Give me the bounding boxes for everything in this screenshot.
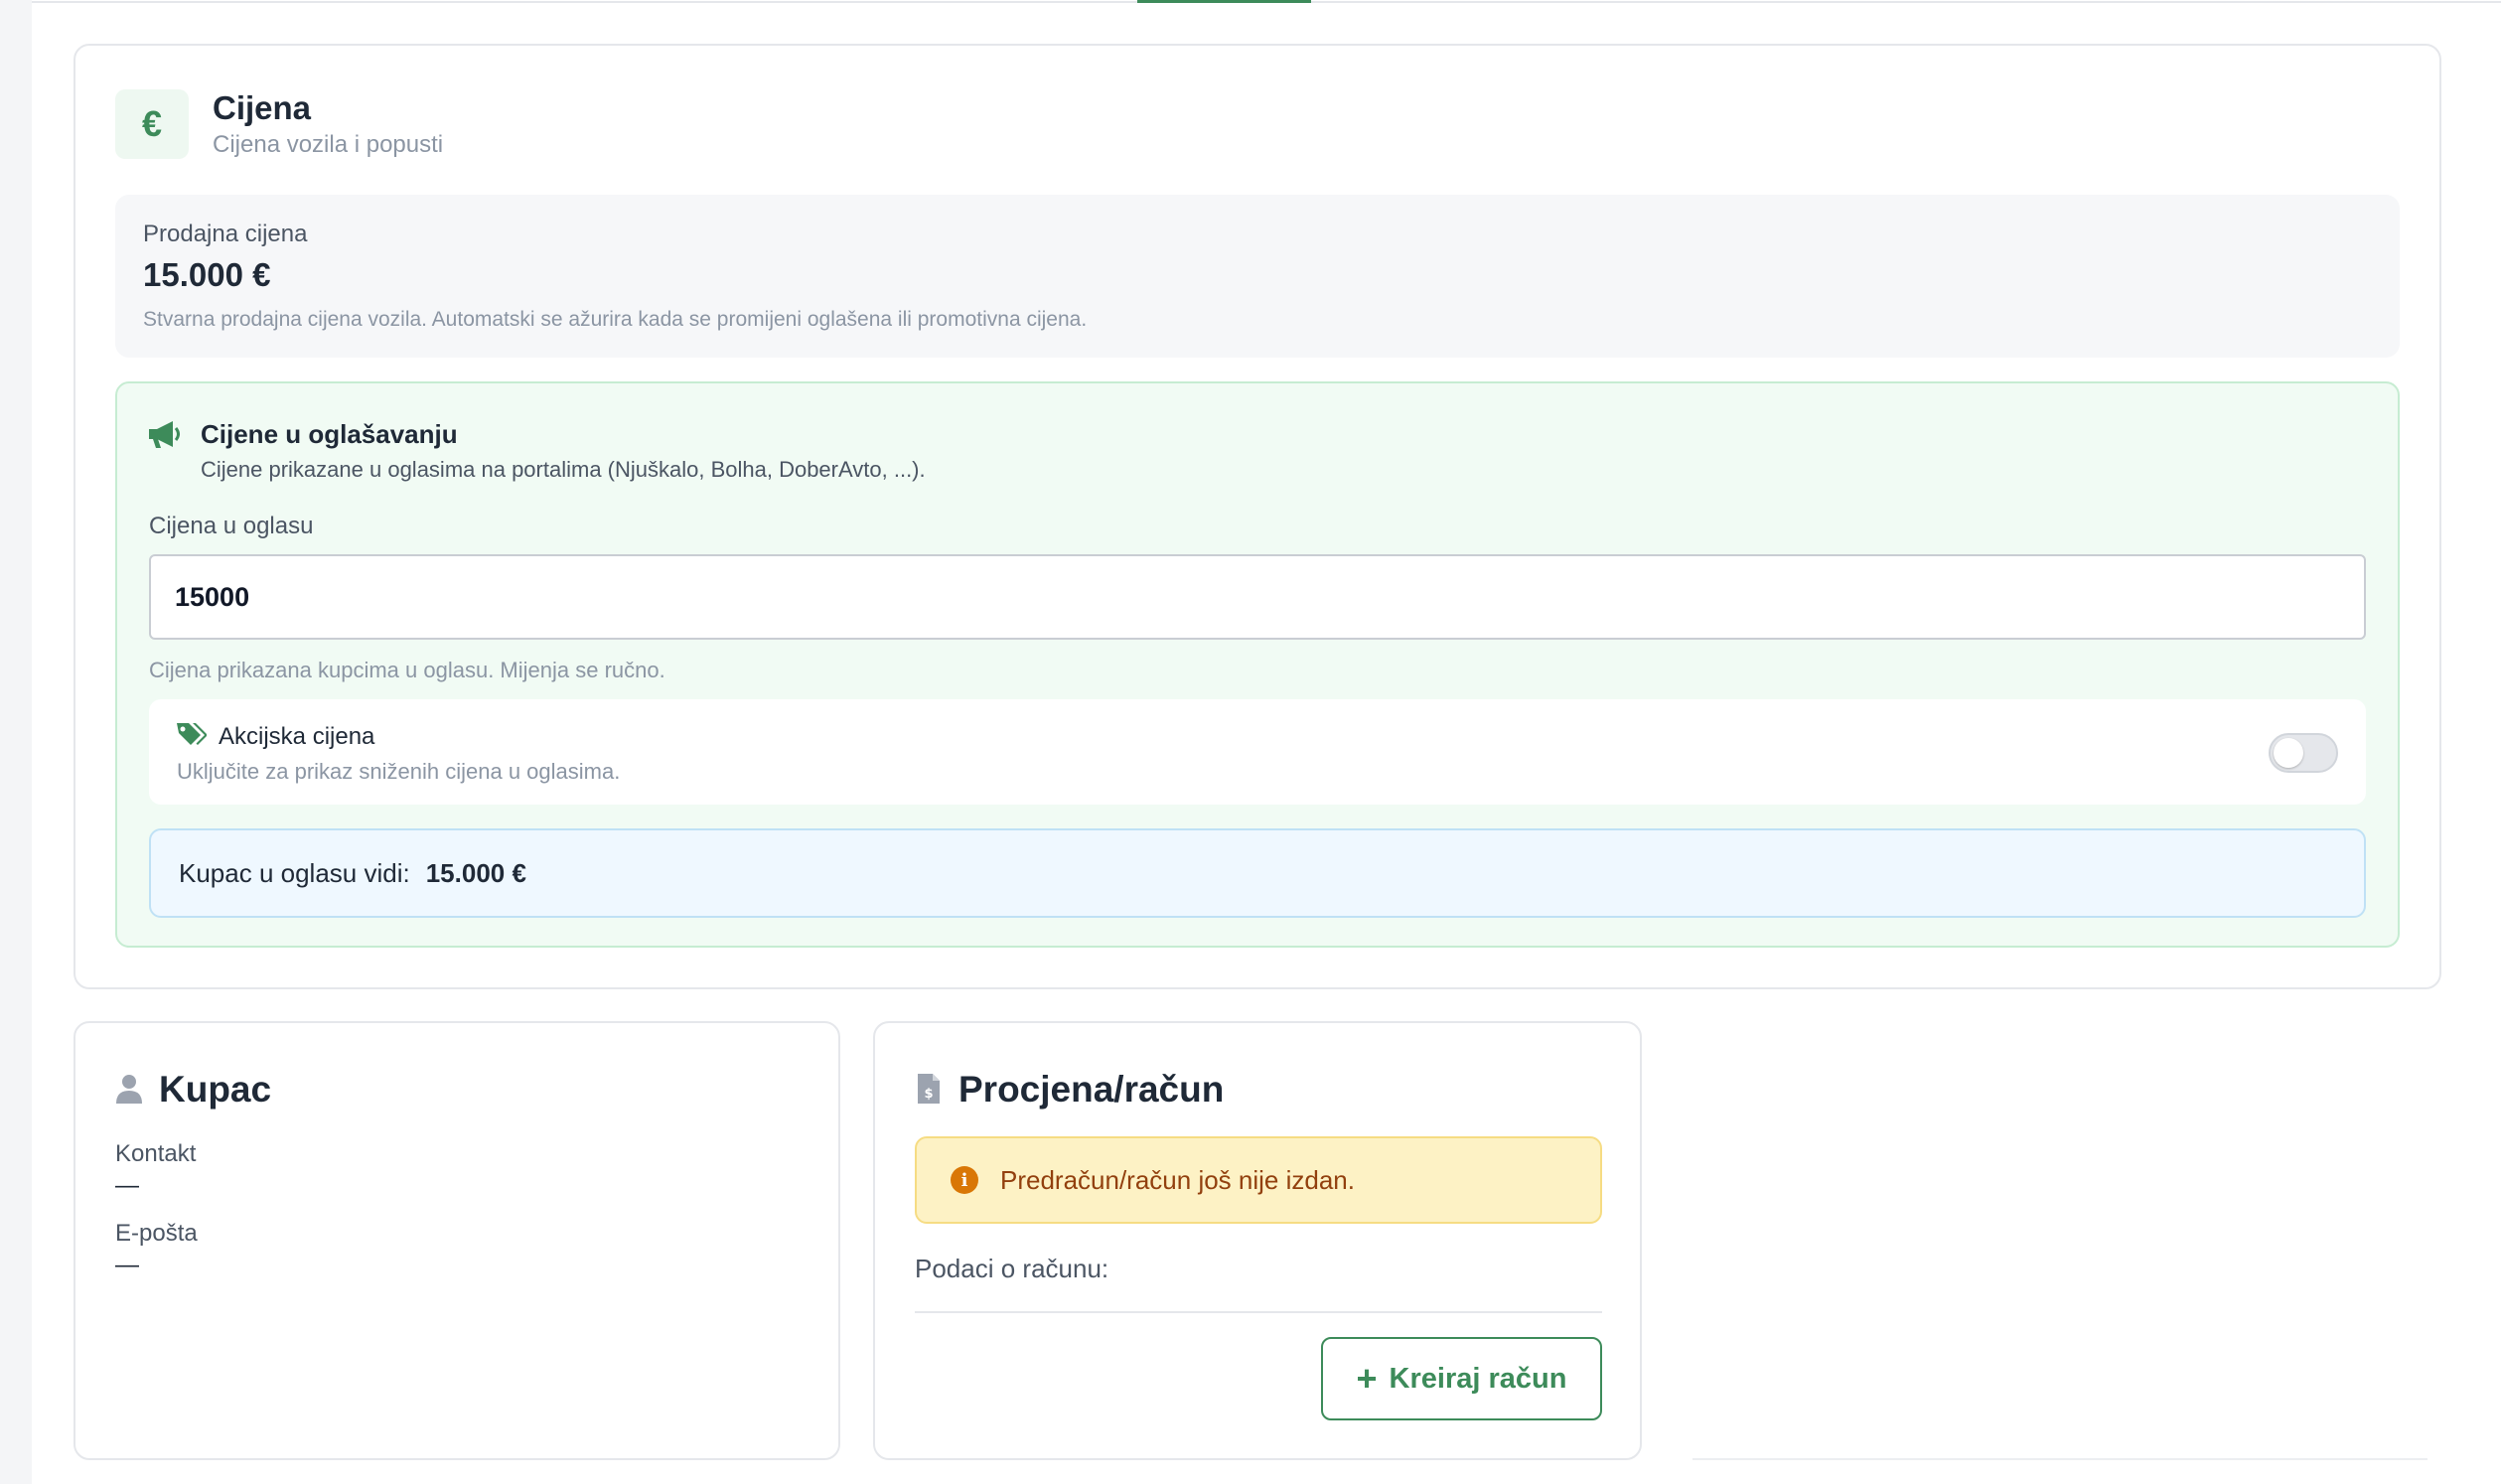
buyer-card: Kupac Kontakt — E-pošta — bbox=[74, 1021, 840, 1460]
create-invoice-button[interactable]: + Kreiraj račun bbox=[1321, 1337, 1602, 1420]
toggle-knob bbox=[2274, 738, 2303, 768]
contact-value: — bbox=[115, 1172, 139, 1199]
promo-price-row: Akcijska cijena Uključite za prikaz sniž… bbox=[149, 699, 2366, 805]
invoice-divider bbox=[915, 1311, 1602, 1313]
active-tab-indicator bbox=[1137, 0, 1311, 3]
sale-price-label: Prodajna cijena bbox=[143, 221, 308, 247]
tags-icon bbox=[177, 723, 207, 745]
email-value: — bbox=[115, 1252, 139, 1278]
invoice-warning-text: Predračun/račun još nije izdan. bbox=[1000, 1164, 1355, 1195]
contact-label: Kontakt bbox=[115, 1140, 197, 1167]
buyer-title: Kupac bbox=[159, 1069, 272, 1110]
sale-price-box: Prodajna cijena 15.000 € Stvarna prodajn… bbox=[115, 195, 2400, 358]
buyer-sees-label: Kupac u oglasu vidi: bbox=[179, 857, 410, 888]
divider bbox=[1692, 1458, 2427, 1460]
invoice-card: $ Procjena/račun i Predračun/račun još n… bbox=[873, 1021, 1642, 1460]
promo-price-subtitle: Uključite za prikaz sniženih cijena u og… bbox=[177, 759, 621, 784]
user-icon bbox=[116, 1075, 142, 1104]
invoice-icon: $ bbox=[918, 1074, 940, 1104]
buyer-sees-value: 15.000 € bbox=[425, 857, 526, 888]
invoice-title: Procjena/račun bbox=[958, 1069, 1225, 1110]
invoice-warning: i Predračun/račun još nije izdan. bbox=[915, 1136, 1602, 1224]
promo-price-title: Akcijska cijena bbox=[219, 723, 375, 750]
page: € Cijena Cijena vozila i popusti Prodajn… bbox=[0, 0, 2501, 1484]
advertising-prices-box: Cijene u oglašavanju Cijene prikazane u … bbox=[115, 381, 2400, 948]
sale-price-note: Stvarna prodajna cijena vozila. Automats… bbox=[143, 308, 1088, 331]
ad-price-hint: Cijena prikazana kupcima u oglasu. Mijen… bbox=[149, 658, 665, 682]
price-title: Cijena bbox=[213, 89, 312, 126]
price-subtitle: Cijena vozila i popusti bbox=[213, 131, 444, 158]
ad-price-label: Cijena u oglasu bbox=[149, 513, 314, 539]
create-invoice-label: Kreiraj račun bbox=[1389, 1362, 1567, 1395]
megaphone-icon bbox=[149, 421, 180, 448]
sale-price-value: 15.000 € bbox=[143, 256, 271, 293]
buyer-sees-box: Kupac u oglasu vidi: 15.000 € bbox=[149, 828, 2366, 918]
svg-text:$: $ bbox=[924, 1087, 933, 1102]
ad-price-input[interactable] bbox=[149, 554, 2366, 640]
advertising-title: Cijene u oglašavanju bbox=[201, 419, 458, 449]
plus-icon: + bbox=[1356, 1358, 1378, 1399]
invoice-details-label: Podaci o računu: bbox=[915, 1254, 1109, 1283]
info-icon: i bbox=[951, 1166, 978, 1194]
promo-price-toggle[interactable] bbox=[2269, 733, 2338, 773]
euro-icon: € bbox=[115, 89, 189, 159]
email-label: E-pošta bbox=[115, 1220, 198, 1247]
price-card: € Cijena Cijena vozila i popusti Prodajn… bbox=[74, 44, 2441, 989]
advertising-subtitle: Cijene prikazane u oglasima na portalima… bbox=[201, 457, 926, 482]
